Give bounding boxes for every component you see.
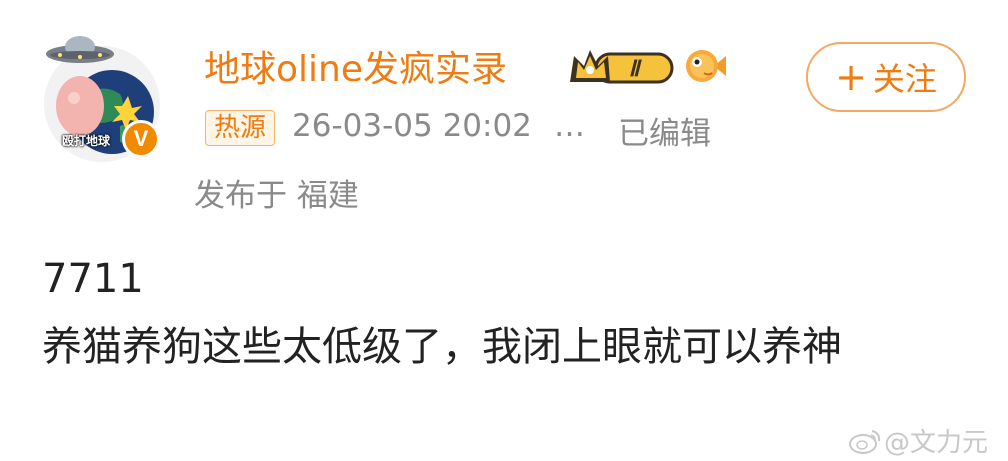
- post-timestamp: 26-03-05 20:02: [292, 108, 532, 144]
- fish-badge: [684, 46, 728, 90]
- more-icon[interactable]: …: [554, 108, 585, 144]
- post-text-line-2: 养猫养狗这些太低级了，我闭上眼就可以养神: [42, 324, 842, 370]
- watermark-text: @文力元: [884, 428, 989, 458]
- location-label: 发布于 福建: [194, 178, 359, 214]
- follow-label: 关注: [872, 60, 937, 98]
- plus-icon: +: [835, 55, 867, 99]
- watermark: @文力元: [848, 422, 988, 459]
- post-text-line-1: 7711: [42, 256, 144, 302]
- avatar-caption: 殴打地球: [62, 134, 111, 148]
- edited-label[interactable]: 已编辑: [618, 108, 711, 153]
- level-badge: Ⅱ: [566, 44, 676, 92]
- verified-icon: V: [122, 120, 160, 158]
- follow-button[interactable]: + 关注: [806, 42, 966, 112]
- weibo-logo-icon: [849, 429, 881, 454]
- author-name[interactable]: 地球oline发疯实录: [204, 40, 507, 92]
- ufo-icon: [46, 36, 114, 63]
- hot-tag[interactable]: 热源: [205, 110, 276, 146]
- crown-icon: Ⅱ: [570, 50, 674, 84]
- fish-icon: [686, 50, 726, 82]
